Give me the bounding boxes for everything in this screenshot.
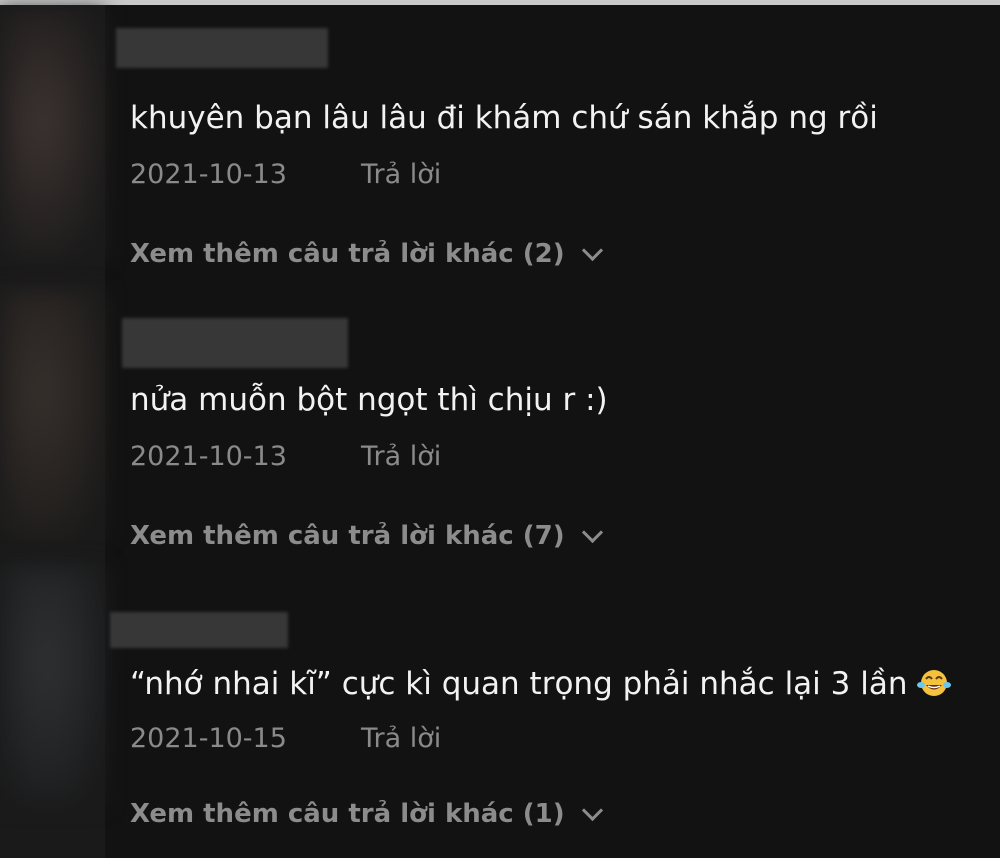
comment-meta: 2021-10-13 Trả lời bbox=[130, 438, 990, 474]
comment-date: 2021-10-13 bbox=[130, 440, 287, 472]
comment-text: “nhớ nhai kĩ” cực kì quan trọng phải nhắ… bbox=[130, 666, 908, 702]
reply-button[interactable]: Trả lời bbox=[361, 723, 441, 754]
comment-item: “nhớ nhai kĩ” cực kì quan trọng phải nhắ… bbox=[110, 612, 990, 829]
comment-date: 2021-10-13 bbox=[130, 158, 287, 190]
view-more-replies-label: Xem thêm câu trả lời khác (2) bbox=[130, 239, 565, 269]
top-border bbox=[0, 0, 1000, 5]
view-more-replies-button[interactable]: Xem thêm câu trả lời khác (7) bbox=[130, 521, 990, 551]
comment-date: 2021-10-15 bbox=[130, 722, 287, 754]
comment-text: khuyên bạn lâu lâu đi khám chứ sán khắp … bbox=[130, 100, 878, 136]
chevron-down-icon bbox=[581, 799, 603, 821]
view-more-replies-label: Xem thêm câu trả lời khác (7) bbox=[130, 521, 565, 551]
view-more-replies-button[interactable]: Xem thêm câu trả lời khác (1) bbox=[130, 799, 990, 829]
comment-item: nửa muỗn bột ngọt thì chịu r :) 2021-10-… bbox=[110, 318, 990, 551]
comment-meta: 2021-10-15 Trả lời bbox=[130, 720, 990, 756]
avatar[interactable] bbox=[0, 565, 105, 805]
face-with-tears-of-joy-icon bbox=[917, 668, 952, 698]
chevron-down-icon bbox=[581, 521, 603, 543]
view-more-replies-button[interactable]: Xem thêm câu trả lời khác (2) bbox=[130, 239, 990, 269]
username-blurred[interactable] bbox=[116, 28, 328, 68]
chevron-down-icon bbox=[581, 239, 603, 261]
avatar-column bbox=[0, 5, 105, 858]
comment-text-row: “nhớ nhai kĩ” cực kì quan trọng phải nhắ… bbox=[130, 664, 990, 704]
comment-item: khuyên bạn lâu lâu đi khám chứ sán khắp … bbox=[110, 28, 990, 269]
comment-meta: 2021-10-13 Trả lời bbox=[130, 156, 990, 192]
username-blurred[interactable] bbox=[122, 318, 348, 368]
avatar[interactable] bbox=[0, 290, 105, 540]
reply-button[interactable]: Trả lời bbox=[361, 159, 441, 190]
reply-button[interactable]: Trả lời bbox=[361, 441, 441, 472]
view-more-replies-label: Xem thêm câu trả lời khác (1) bbox=[130, 799, 565, 829]
username-blurred[interactable] bbox=[110, 612, 288, 648]
comment-text: nửa muỗn bột ngọt thì chịu r :) bbox=[130, 382, 608, 418]
avatar[interactable] bbox=[0, 10, 105, 260]
comment-thread: khuyên bạn lâu lâu đi khám chứ sán khắp … bbox=[0, 0, 1000, 858]
